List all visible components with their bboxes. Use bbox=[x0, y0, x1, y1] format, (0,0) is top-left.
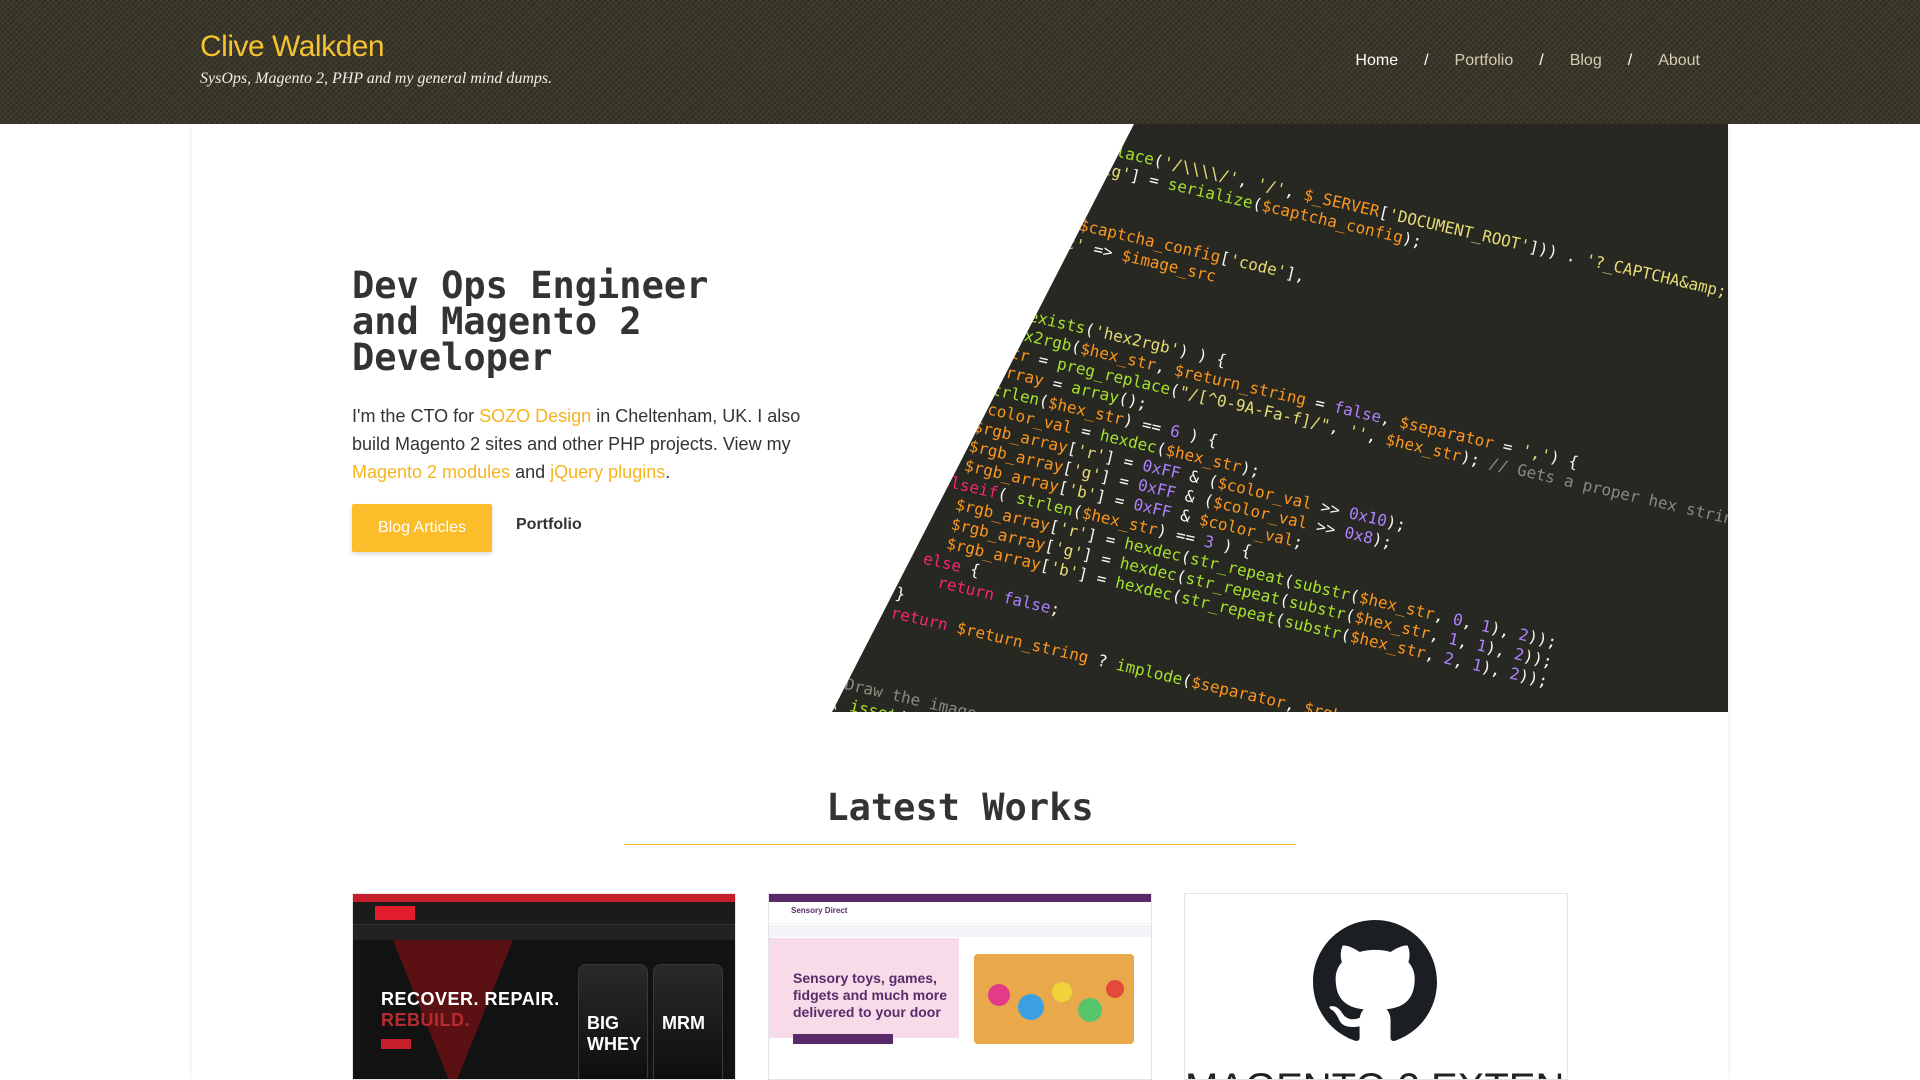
latest-works-heading: Latest Works bbox=[826, 786, 1094, 829]
nav-separator: / bbox=[1627, 52, 1633, 69]
product-tub: BIG WHEY bbox=[578, 964, 648, 1079]
work-card-nutrition-x[interactable]: RECOVER. REPAIR. REBUILD. BIG WHEY MRM bbox=[352, 893, 736, 1080]
work-card-sensory-direct[interactable]: Sensory Direct Sensory toys, games, fidg… bbox=[768, 893, 1152, 1080]
work-card-magento-extensions[interactable]: MAGENTO 2 EXTENSIONS bbox=[1184, 893, 1568, 1080]
main-nav: Home / Portfolio / Blog / About bbox=[1355, 52, 1700, 70]
toy bbox=[1078, 998, 1102, 1022]
hero-heading: Dev Ops Engineer and Magento 2 Developer bbox=[352, 264, 709, 379]
site-menu bbox=[353, 924, 735, 940]
sensory-direct-logo: Sensory Direct bbox=[791, 906, 848, 915]
product-label: MRM bbox=[662, 1013, 705, 1033]
nav-about[interactable]: About bbox=[1658, 52, 1700, 70]
nav-separator: / bbox=[1539, 52, 1544, 69]
work-title: MAGENTO 2 EXTENSIONS bbox=[1185, 1066, 1567, 1079]
product-tub: MRM bbox=[653, 964, 723, 1079]
hero-text-part: and bbox=[510, 462, 551, 482]
nav-separator: / bbox=[1424, 52, 1429, 69]
nav-portfolio[interactable]: Portfolio bbox=[1455, 52, 1514, 70]
toy bbox=[1052, 982, 1072, 1002]
blog-articles-button[interactable]: Blog Articles bbox=[352, 504, 492, 552]
work-headline: Sensory toys, games, fidgets and much mo… bbox=[793, 970, 948, 1020]
nav-home[interactable]: Home bbox=[1355, 52, 1398, 70]
site-menu bbox=[769, 925, 1151, 937]
work-headline: RECOVER. REPAIR. bbox=[381, 989, 560, 1009]
nav-blog[interactable]: Blog bbox=[1570, 52, 1602, 70]
jquery-plugins-link[interactable]: jQuery plugins bbox=[550, 462, 665, 482]
section-divider bbox=[624, 844, 1296, 845]
hero-text-part: I'm the CTO for bbox=[352, 406, 480, 426]
site-topbar bbox=[353, 894, 735, 902]
hero-text-part: . bbox=[665, 462, 671, 482]
toy bbox=[1018, 994, 1044, 1020]
github-icon bbox=[1313, 920, 1437, 1041]
magento-modules-link[interactable]: Magento 2 modules bbox=[352, 462, 510, 482]
product-label: BIG WHEY bbox=[587, 1013, 641, 1054]
portfolio-button[interactable]: Portfolio bbox=[516, 516, 582, 534]
nutrition-x-logo bbox=[375, 906, 415, 920]
hero-intro: I'm the CTO for SOZO Design in Cheltenha… bbox=[352, 402, 832, 486]
sozo-design-link[interactable]: SOZO Design bbox=[479, 406, 591, 426]
subscription-button bbox=[793, 1034, 893, 1044]
site-tagline: SysOps, Magento 2, PHP and my general mi… bbox=[200, 70, 553, 87]
toy-box-image bbox=[974, 954, 1134, 1044]
work-headline-accent: REBUILD. bbox=[381, 1010, 470, 1030]
site-header: Clive Walkden SysOps, Magento 2, PHP and… bbox=[0, 0, 1920, 124]
shop-now-button bbox=[381, 1039, 411, 1049]
site-topbar bbox=[769, 894, 1151, 902]
toy bbox=[988, 984, 1010, 1006]
site-title[interactable]: Clive Walkden bbox=[200, 30, 385, 64]
toy bbox=[1106, 980, 1124, 998]
